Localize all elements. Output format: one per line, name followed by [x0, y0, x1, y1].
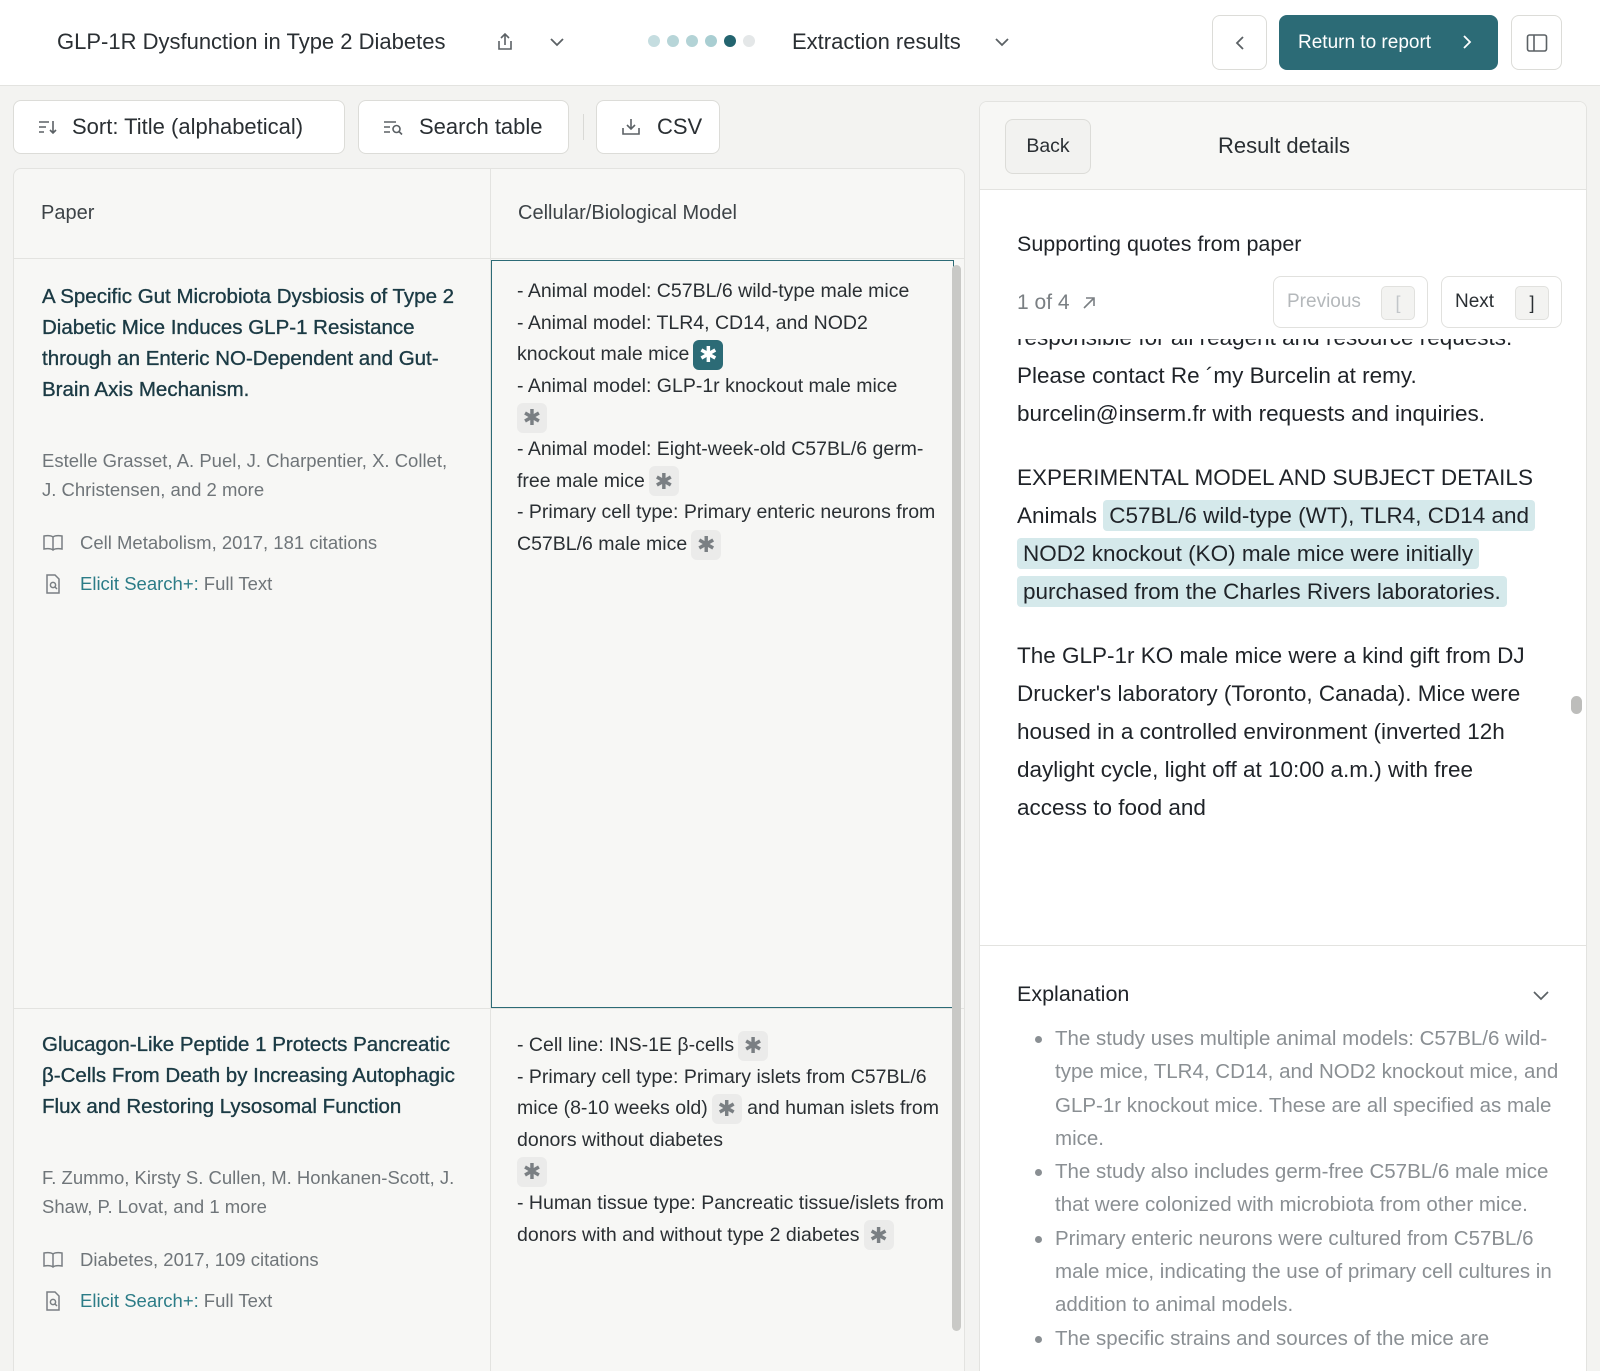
model-line: - Cell line: INS-1E β-cells ✱	[517, 1030, 947, 1062]
progress-dot[interactable]	[743, 35, 755, 47]
chevron-right-icon	[1463, 35, 1472, 49]
paper-authors: F. Zummo, Kirsty S. Cullen, M. Honkanen-…	[42, 1167, 455, 1217]
sidebar-icon	[1526, 33, 1547, 52]
document-search-icon	[46, 574, 60, 594]
previous-quote-button[interactable]: Previous [	[1273, 276, 1428, 328]
chevron-left-icon	[1235, 35, 1244, 50]
quote-text-area[interactable]: responsible for all reagent and resource…	[1017, 339, 1547, 945]
chevron-down-icon[interactable]	[1530, 984, 1552, 1006]
model-line: - Primary cell type: Primary enteric neu…	[517, 497, 947, 560]
citation-asterisk-icon[interactable]: ✱	[738, 1030, 769, 1061]
top-bar: GLP-1R Dysfunction in Type 2 Diabetes Ex…	[0, 0, 1600, 86]
book-icon	[43, 534, 63, 551]
model-line: - Animal model: GLP-1r knockout male mic…	[517, 371, 947, 434]
model-line: - Animal model: TLR4, CD14, and NOD2 kno…	[517, 308, 947, 371]
quote-text: responsible for all reagent and resource…	[1017, 339, 1547, 853]
citation-asterisk-icon[interactable]: ✱	[517, 1157, 547, 1188]
model-cell[interactable]: - Animal model: C57BL/6 wild-type male m…	[517, 276, 947, 560]
model-cell[interactable]: - Cell line: INS-1E β-cells ✱ - Primary c…	[517, 1030, 947, 1251]
supporting-quotes-heading: Supporting quotes from paper	[1017, 232, 1302, 256]
paper-title[interactable]: A Specific Gut Microbiota Dysbiosis of T…	[42, 281, 462, 405]
paper-venue-text: Cell Metabolism, 2017, 181 citations	[80, 532, 378, 553]
progress-dot[interactable]	[667, 35, 679, 47]
sort-button[interactable]: Sort: Title (alphabetical)	[13, 100, 345, 154]
search-table-label: Search table	[419, 114, 543, 139]
citation-asterisk-icon[interactable]: ✱	[691, 529, 722, 560]
quote-scrollbar[interactable]	[1571, 696, 1582, 714]
paper-venue: Cell Metabolism, 2017, 181 citations	[42, 532, 377, 554]
table-scrollbar[interactable]	[952, 265, 961, 1331]
next-quote-button[interactable]: Next ]	[1441, 276, 1562, 328]
next-label: Next	[1455, 291, 1495, 312]
progress-dot-current[interactable]	[724, 35, 736, 47]
progress-dot[interactable]	[648, 35, 660, 47]
toggle-panel-button[interactable]	[1511, 15, 1562, 70]
model-line: - Animal model: C57BL/6 wild-type male m…	[517, 280, 910, 302]
progress-dot[interactable]	[686, 35, 698, 47]
explanation-item: Primary enteric neurons were cultured fr…	[1017, 1222, 1562, 1322]
toolbar-divider	[583, 114, 584, 140]
full-text-link[interactable]: Elicit Search+: Full Text	[42, 573, 272, 595]
explanation-heading[interactable]: Explanation	[1017, 982, 1129, 1007]
document-search-icon	[46, 1291, 60, 1311]
citation-asterisk-icon[interactable]: ✱	[711, 1094, 742, 1125]
quote-paragraph: EXPERIMENTAL MODEL AND SUBJECT DETAILS A…	[1017, 459, 1547, 611]
share-icon[interactable]	[491, 28, 519, 56]
column-header-paper[interactable]: Paper	[14, 169, 490, 259]
citation-asterisk-icon[interactable]: ✱	[863, 1220, 894, 1251]
csv-button[interactable]: CSV	[596, 100, 720, 154]
elicit-search-link[interactable]: Elicit Search+:	[80, 1290, 199, 1312]
section-divider	[980, 945, 1586, 946]
sort-icon	[39, 121, 57, 135]
external-link-icon[interactable]	[1080, 294, 1098, 312]
download-icon	[622, 119, 640, 135]
explanation-item: The study also includes germ-free C57BL/…	[1017, 1155, 1562, 1222]
column-header-model[interactable]: Cellular/Biological Model	[491, 169, 964, 259]
previous-label: Previous	[1287, 291, 1361, 312]
csv-label: CSV	[657, 114, 703, 139]
full-text-label: Full Text	[203, 1290, 273, 1311]
explanation-item: The specific strains and sources of the …	[1017, 1322, 1562, 1355]
progress-dot[interactable]	[705, 35, 717, 47]
column-divider	[490, 169, 491, 1371]
return-to-report-button[interactable]: Return to report	[1279, 15, 1498, 70]
model-line: - Human tissue type: Pancreatic tissue/i…	[517, 1188, 947, 1251]
explanation-list: The study uses multiple animal models: C…	[1017, 1022, 1562, 1355]
search-table-button[interactable]: Search table	[358, 100, 569, 154]
quote-paragraph: responsible for all reagent and resource…	[1017, 339, 1512, 426]
result-details-panel: Result details Back Supporting quotes fr…	[979, 101, 1587, 1371]
previous-shortcut-key: [	[1381, 286, 1415, 320]
chevron-down-icon[interactable]	[543, 28, 571, 56]
step-selector[interactable]: Extraction results	[792, 29, 961, 55]
progress-dots[interactable]	[648, 35, 755, 47]
citation-asterisk-icon[interactable]: ✱	[648, 466, 679, 497]
paper-venue: Diabetes, 2017, 109 citations	[42, 1249, 319, 1271]
full-text-label: Full Text	[203, 573, 273, 594]
quote-pager: 1 of 4	[1017, 291, 1098, 315]
step-chevron-icon[interactable]	[988, 28, 1016, 56]
citation-asterisk-icon[interactable]: ✱	[517, 403, 547, 434]
row-divider	[14, 1008, 964, 1009]
sort-label: Sort: Title (alphabetical)	[72, 114, 304, 139]
quote-counter: 1 of 4	[1017, 291, 1070, 314]
return-to-report-label: Return to report	[1298, 31, 1432, 53]
elicit-search-link[interactable]: Elicit Search+:	[80, 573, 199, 595]
previous-step-button[interactable]	[1212, 15, 1267, 70]
back-button[interactable]: Back	[1005, 119, 1091, 174]
book-icon	[43, 1251, 63, 1268]
citation-asterisk-icon[interactable]: ✱	[693, 340, 724, 371]
next-shortcut-key: ]	[1515, 286, 1549, 320]
paper-authors: Estelle Grasset, A. Puel, J. Charpentier…	[42, 450, 448, 500]
panel-header: Result details Back	[980, 102, 1586, 190]
search-icon	[384, 121, 403, 136]
project-title: GLP-1R Dysfunction in Type 2 Diabetes	[57, 29, 446, 54]
quote-paragraph: The GLP-1r KO male mice were a kind gift…	[1017, 643, 1525, 820]
full-text-link[interactable]: Elicit Search+: Full Text	[42, 1290, 272, 1312]
model-line: - Animal model: Eight-week-old C57BL/6 g…	[517, 434, 947, 497]
paper-venue-text: Diabetes, 2017, 109 citations	[80, 1249, 319, 1270]
model-line: - Primary cell type: Primary islets from…	[517, 1062, 947, 1188]
paper-title[interactable]: Glucagon-Like Peptide 1 Protects Pancrea…	[42, 1029, 462, 1122]
results-table: Paper Cellular/Biological Model A Specif…	[13, 168, 965, 1371]
explanation-item: The study uses multiple animal models: C…	[1017, 1022, 1562, 1155]
